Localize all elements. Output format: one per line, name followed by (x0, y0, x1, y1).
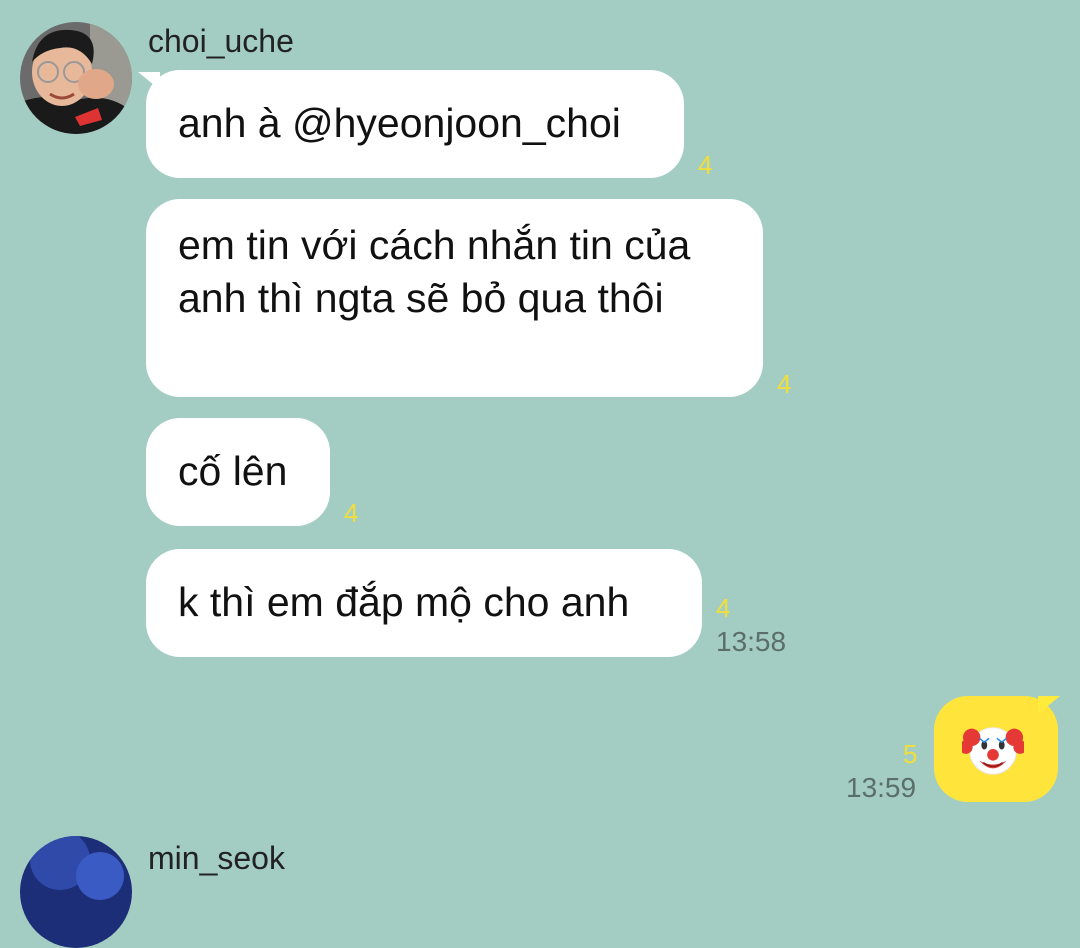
message-text: em tin với cách nhắn tin của anh thì ngt… (178, 222, 691, 321)
chat-message-list[interactable]: choi_uche anh à @hyeonjoon_choi 4 em tin… (0, 0, 1080, 948)
clown-face-icon (962, 727, 1024, 775)
unread-count: 4 (698, 150, 713, 180)
sender-name: min_seok (148, 840, 285, 876)
message-bubble[interactable]: k thì em đắp mộ cho anh (146, 549, 702, 657)
sender-name: choi_uche (148, 23, 294, 59)
sender-avatar-min-seok[interactable] (20, 836, 132, 948)
avatar-photo-icon (20, 836, 132, 948)
message-text: cố lên (178, 448, 288, 494)
message-bubble[interactable]: em tin với cách nhắn tin của anh thì ngt… (146, 199, 763, 397)
message-bubble[interactable]: cố lên (146, 418, 330, 526)
message-bubble[interactable]: anh à @hyeonjoon_choi (146, 70, 684, 178)
unread-count: 4 (344, 498, 359, 528)
message-text: anh à @hyeonjoon_choi (178, 100, 621, 146)
sender-avatar-choi-uche[interactable] (20, 22, 132, 134)
message-timestamp: 13:59 (846, 772, 917, 803)
unread-count: 4 (716, 593, 731, 623)
message-text: k thì em đắp mộ cho anh (178, 579, 630, 625)
bubble-tail (1038, 696, 1060, 714)
avatar-photo-icon (20, 22, 132, 134)
unread-count: 4 (777, 369, 792, 399)
message-timestamp: 13:58 (716, 626, 787, 657)
unread-count: 5 (903, 739, 918, 769)
